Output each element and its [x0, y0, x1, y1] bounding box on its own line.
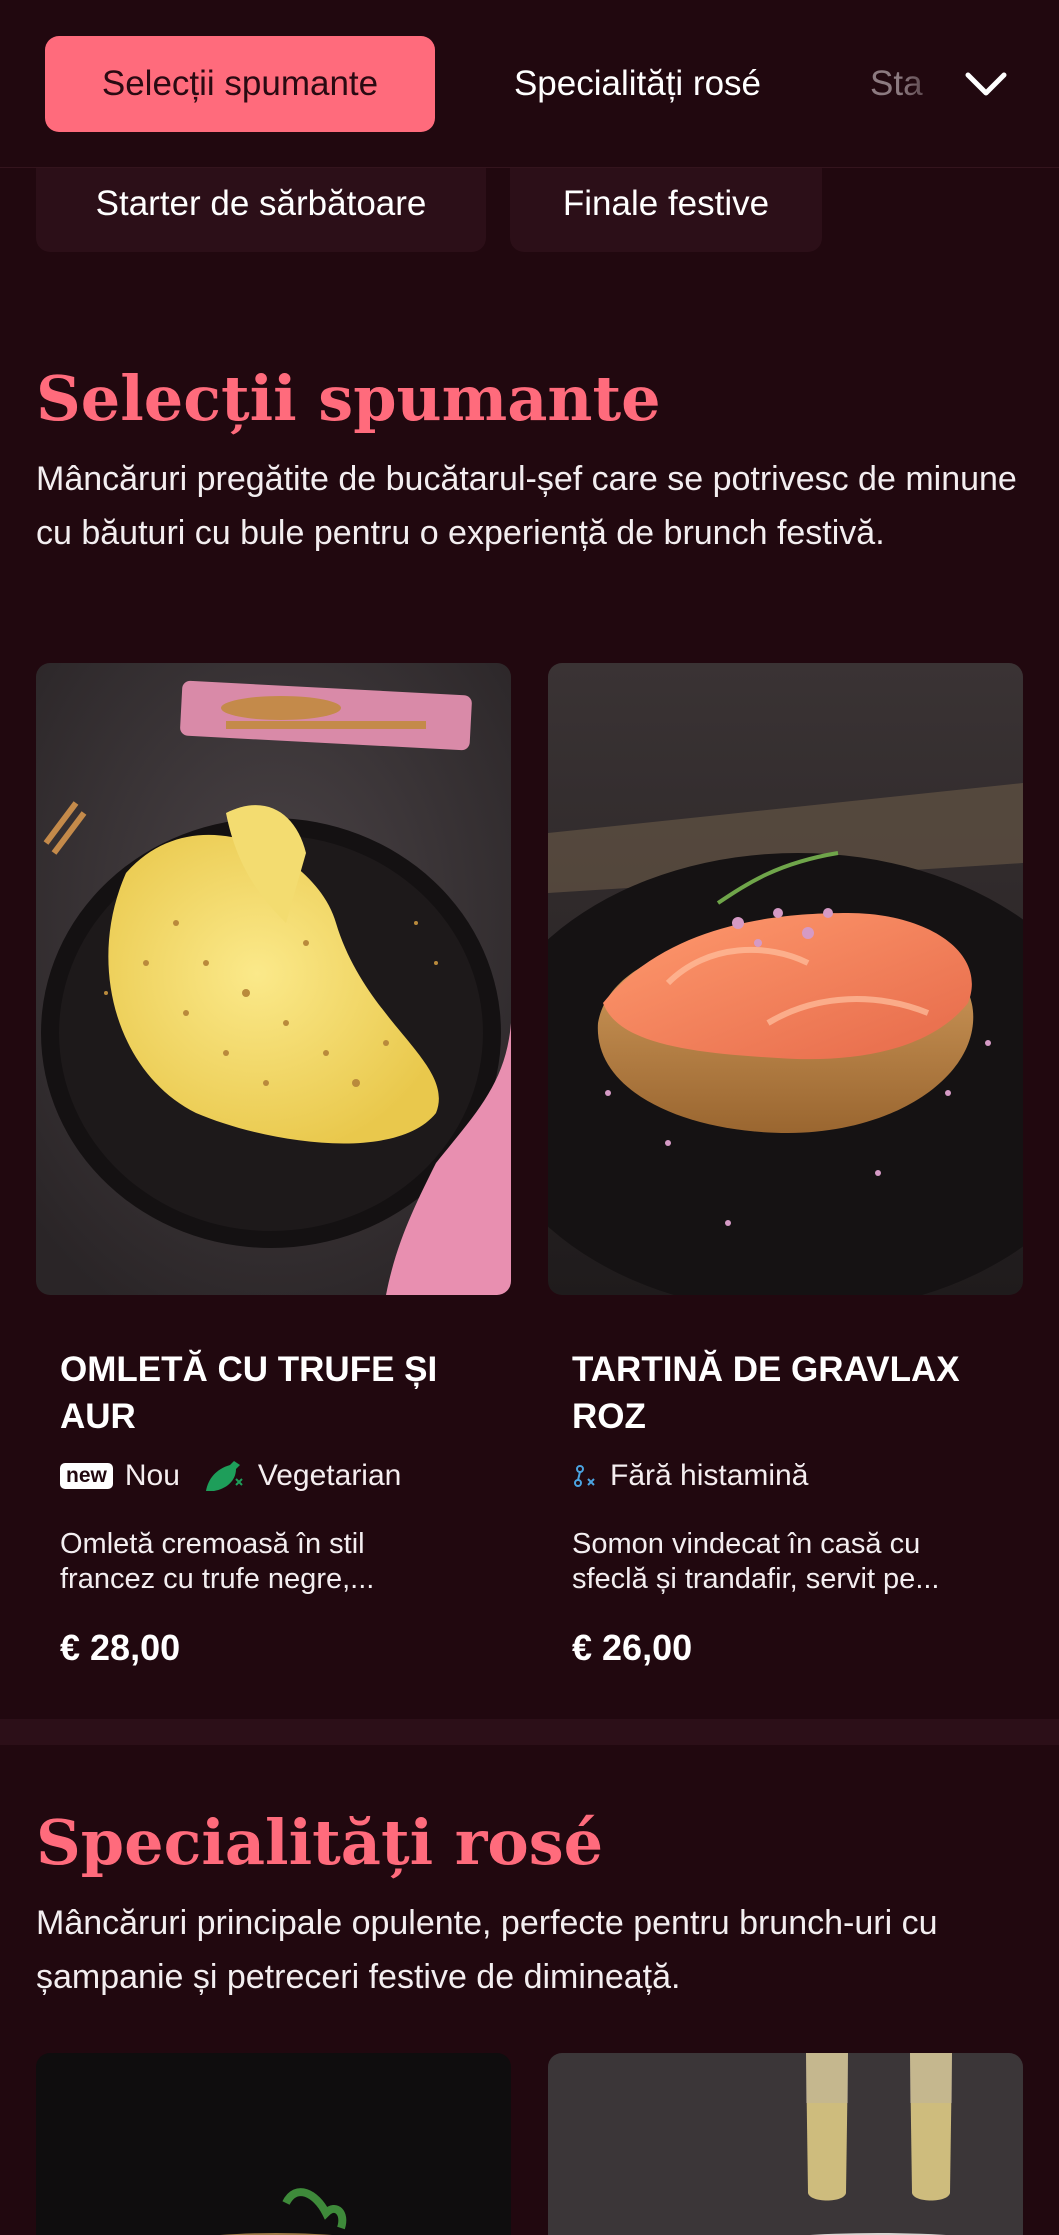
dish-title-line: OMLETĂ CU TRUFE ȘI	[60, 1350, 438, 1389]
tag-label-vegetarian: Vegetarian	[257, 1459, 402, 1492]
champagne-image[interactable]	[548, 2053, 1023, 2235]
dish-description: Somon vindecat în casă cu sfeclă și tran…	[572, 1527, 1012, 1597]
dish-image[interactable]	[36, 2053, 511, 2235]
histamine-free-icon	[572, 1461, 598, 1491]
new-badge: new	[60, 1463, 113, 1489]
dish-description: Omletă cremoasă în stil francez cu trufe…	[60, 1527, 500, 1597]
tab-specialitati-rose[interactable]: Specialități rosé	[470, 36, 805, 132]
dish-tags: Fără histamină	[572, 1456, 808, 1496]
dish-price: € 26,00	[572, 1627, 693, 1668]
section-title: Specialități rosé	[36, 1806, 604, 1879]
category-nav-bar: Selecții spumante Specialități rosé Sta	[0, 0, 1059, 168]
dish-description-line: Somon vindecat în casă cu	[572, 1528, 921, 1560]
dish-title-line: TARTINĂ DE GRAVLAX	[572, 1350, 960, 1389]
dish-title[interactable]: OMLETĂ CU TRUFE ȘI AUR	[60, 1346, 500, 1440]
dish-price: € 28,00	[60, 1627, 181, 1668]
tab-label: Specialități rosé	[513, 64, 762, 103]
chip-label: Starter de sărbătoare	[95, 184, 427, 223]
section-divider	[0, 1719, 1059, 1745]
chip-label: Finale festive	[562, 184, 770, 223]
tab-selectii-spumante[interactable]: Selecții spumante	[45, 36, 435, 132]
gravlax-tartine-image[interactable]	[548, 663, 1023, 1295]
tag-label-histamine-free: Fără histamină	[610, 1459, 809, 1492]
dish-description-line: Omletă cremoasă în stil	[60, 1528, 365, 1560]
section-description: Mâncăruri pregătite de bucătarul-șef car…	[36, 460, 1017, 552]
section-description: Mâncăruri principale opulente, perfecte …	[36, 1904, 938, 1996]
dish-description-line: francez cu trufe negre,...	[60, 1563, 375, 1595]
chevron-down-icon[interactable]	[962, 60, 1010, 108]
dish-title[interactable]: TARTINĂ DE GRAVLAX ROZ	[572, 1346, 1012, 1440]
vegetarian-icon	[202, 1457, 246, 1495]
dish-description-line: sfeclă și trandafir, servit pe...	[572, 1563, 940, 1595]
section-title: Selecții spumante	[36, 362, 661, 435]
dish-tags: new Nou Vegetarian	[60, 1456, 401, 1496]
dish-title-line: AUR	[60, 1397, 136, 1436]
tab-label: Selecții spumante	[101, 64, 379, 103]
dish-title-line: ROZ	[572, 1397, 646, 1436]
omelette-dish-image[interactable]	[36, 663, 511, 1295]
tag-label-new: Nou	[124, 1459, 180, 1492]
